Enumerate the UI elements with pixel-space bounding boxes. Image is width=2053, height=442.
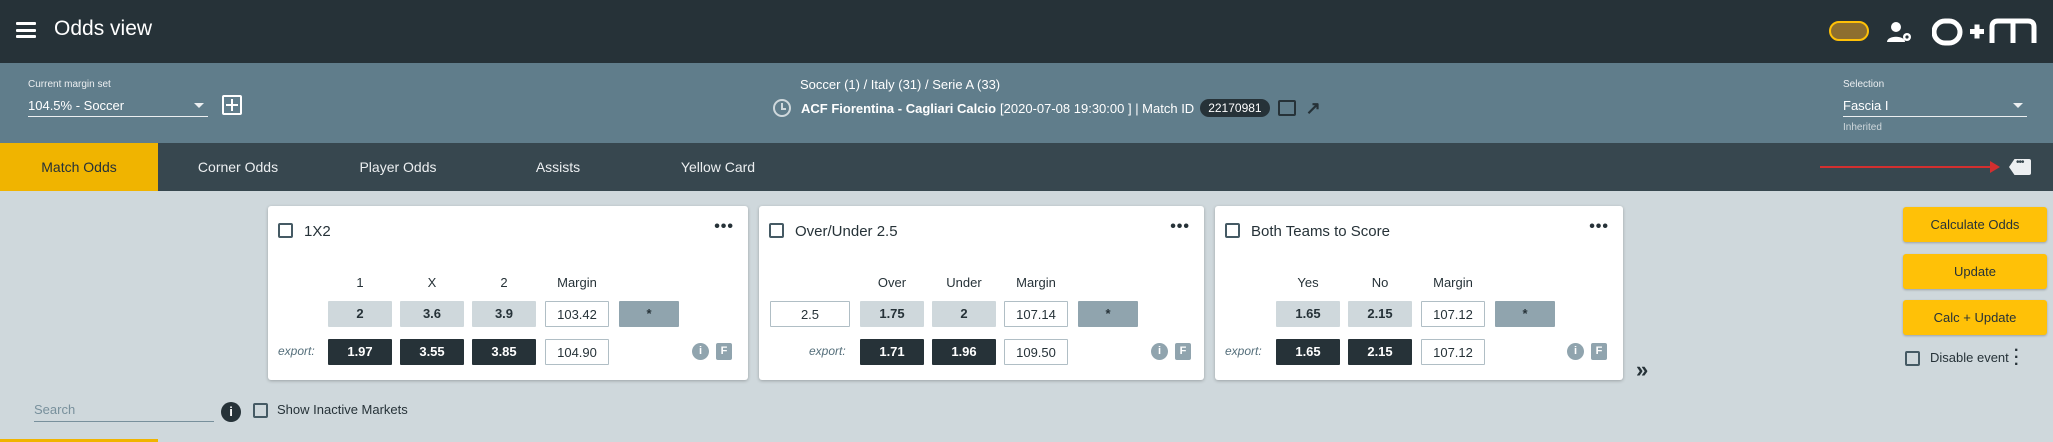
column-header: Yes (1297, 275, 1319, 290)
more-horizontal-icon[interactable]: ••• (1589, 218, 1609, 236)
export-margin-value: 109.50 (1004, 339, 1068, 365)
show-inactive-checkbox[interactable] (253, 403, 268, 418)
column-header: Under (946, 275, 982, 290)
column-header: 1 (356, 275, 364, 290)
disable-event-label: Disable event (1930, 350, 2009, 365)
disable-event-checkbox[interactable] (1905, 351, 1920, 366)
search-input[interactable]: Search (34, 398, 214, 422)
breadcrumb: Soccer (1) / Italy (31) / Serie A (33) (800, 77, 1001, 92)
f-icon[interactable]: F (1175, 343, 1191, 360)
margin-set-select[interactable]: 104.5% - Soccer (28, 95, 208, 117)
brand-logo (1932, 18, 2037, 46)
selection-select[interactable]: Fascia I (1843, 95, 2027, 117)
info-icon[interactable]: i (1567, 343, 1584, 360)
match-header: ACF Fiorentina - Cagliari Calcio [2020-0… (773, 97, 1321, 119)
tab-yellow-card[interactable]: Yellow Card (638, 143, 798, 191)
export-odds-cell: 2.15 (1348, 339, 1412, 365)
export-label: export: (1225, 344, 1262, 358)
export-margin-value: 107.12 (1421, 339, 1485, 365)
info-icon[interactable]: i (221, 402, 241, 422)
export-margin-value: 104.90 (545, 339, 609, 365)
calculate-odds-button[interactable]: Calculate Odds (1903, 207, 2047, 242)
odds-cell[interactable]: 1.75 (860, 301, 924, 327)
odds-cell[interactable]: 3.6 (400, 301, 464, 327)
star-button[interactable]: * (1078, 301, 1138, 327)
tab-assists[interactable]: Assists (478, 143, 638, 191)
star-button[interactable]: * (619, 301, 679, 327)
tab-corner-odds[interactable]: Corner Odds (158, 143, 318, 191)
odds-cell[interactable]: 2.15 (1348, 301, 1412, 327)
line-input[interactable]: 2.5 (770, 301, 850, 327)
annotation-arrow (1820, 161, 2000, 173)
match-date: [2020-07-08 19:30:00 ] | Match ID (1000, 100, 1195, 116)
market-checkbox[interactable] (769, 223, 784, 238)
match-id-badge: 22170981 (1200, 99, 1270, 117)
calc-update-button[interactable]: Calc + Update (1903, 300, 2047, 335)
export-odds-cell: 1.96 (932, 339, 996, 365)
app-title: Odds view (54, 17, 153, 40)
more-horizontal-icon[interactable]: ••• (1170, 218, 1190, 236)
chevron-down-icon (2013, 103, 2023, 108)
export-odds-cell: 1.71 (860, 339, 924, 365)
comment-icon[interactable] (1277, 100, 1296, 116)
tab-player-odds[interactable]: Player Odds (318, 143, 478, 191)
market-title: Both Teams to Score (1251, 223, 1390, 240)
export-label: export: (278, 344, 315, 358)
column-header: No (1371, 275, 1389, 290)
selection-value: Fascia I (1843, 98, 1889, 113)
tab-match-odds[interactable]: Match Odds (0, 143, 158, 191)
market-checkbox[interactable] (1225, 223, 1240, 238)
export-odds-cell: 1.65 (1276, 339, 1340, 365)
margin-input[interactable]: 107.12 (1421, 301, 1485, 327)
market-card-1x2: 1X2 ••• 1 X 2 Margin 2 3.6 3.9 103.42 * … (268, 206, 748, 380)
hamburger-menu-icon[interactable] (16, 20, 36, 40)
add-box-icon[interactable] (222, 95, 242, 115)
odds-cell[interactable]: 1.65 (1276, 301, 1340, 327)
column-header: X (427, 275, 437, 290)
more-vertical-icon[interactable]: · · · (2014, 343, 2020, 373)
market-tabs: Match Odds Corner Odds Player Odds Assis… (0, 143, 2053, 191)
info-icon[interactable]: i (692, 343, 709, 360)
market-card-over-under: Over/Under 2.5 ••• Over Under Margin 2.5… (759, 206, 1204, 380)
chevron-double-right-icon[interactable]: » (1636, 357, 1648, 383)
market-title: Over/Under 2.5 (795, 223, 898, 240)
column-header: Over (877, 275, 907, 290)
margin-set-label: Current margin set (28, 79, 111, 90)
chevron-down-icon (194, 103, 204, 108)
column-header: 2 (500, 275, 508, 290)
open-external-icon[interactable]: ↗ (1306, 98, 1321, 119)
column-header: Margin (1016, 275, 1056, 290)
user-settings-icon[interactable] (1886, 20, 1912, 44)
column-header: Margin (1433, 275, 1473, 290)
odds-cell[interactable]: 2 (328, 301, 392, 327)
match-info-bar: Current margin set 104.5% - Soccer Socce… (0, 63, 2053, 143)
market-title: 1X2 (304, 223, 331, 240)
selection-inherited-note: Inherited (1843, 122, 1882, 133)
export-odds-cell: 3.85 (472, 339, 536, 365)
toggle-switch[interactable] (1829, 21, 1869, 41)
export-odds-cell: 3.55 (400, 339, 464, 365)
selection-label: Selection (1843, 79, 1885, 90)
f-icon[interactable]: F (1591, 343, 1607, 360)
margin-input[interactable]: 103.42 (545, 301, 609, 327)
column-header: Margin (557, 275, 597, 290)
top-app-bar: Odds view (0, 0, 2053, 63)
margin-set-value: 104.5% - Soccer (28, 98, 125, 113)
update-button[interactable]: Update (1903, 254, 2047, 289)
show-inactive-label: Show Inactive Markets (277, 402, 408, 417)
clock-icon (773, 99, 791, 117)
export-odds-cell: 1.97 (328, 339, 392, 365)
f-icon[interactable]: F (716, 343, 732, 360)
star-button[interactable]: * (1495, 301, 1555, 327)
odds-cell[interactable]: 2 (932, 301, 996, 327)
market-checkbox[interactable] (278, 223, 293, 238)
odds-cell[interactable]: 3.9 (472, 301, 536, 327)
export-label: export: (809, 344, 846, 358)
info-icon[interactable]: i (1151, 343, 1168, 360)
more-horizontal-icon[interactable]: ••• (714, 218, 734, 236)
margin-input[interactable]: 107.14 (1004, 301, 1068, 327)
match-name: ACF Fiorentina - Cagliari Calcio (801, 100, 997, 116)
market-card-btts: Both Teams to Score ••• Yes No Margin 1.… (1215, 206, 1623, 380)
